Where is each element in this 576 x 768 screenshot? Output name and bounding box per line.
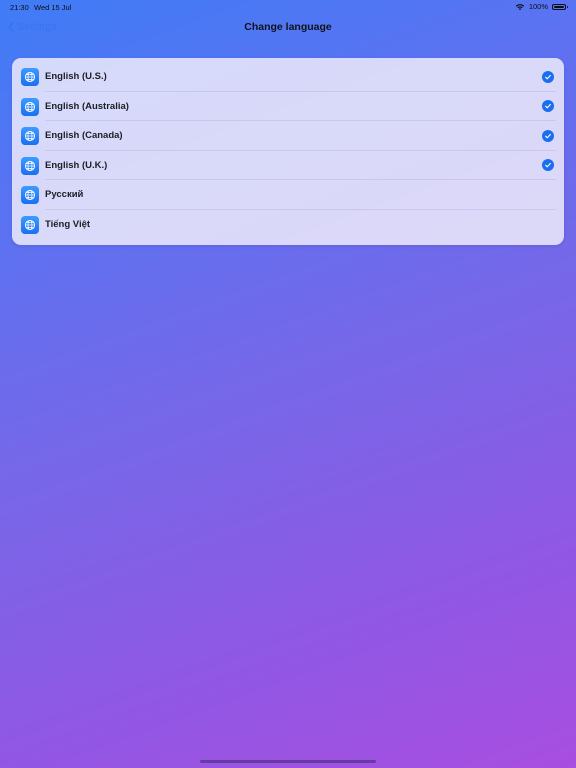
checkmark-icon — [542, 70, 554, 83]
status-time: 21:30 — [10, 3, 29, 12]
battery-percentage: 100% — [528, 2, 548, 11]
globe-icon — [21, 186, 39, 204]
language-row-english-us[interactable]: English (U.S.) — [12, 62, 564, 92]
status-date: Wed 15 Jul — [34, 3, 72, 12]
home-indicator[interactable] — [200, 760, 376, 763]
language-label: English (Australia) — [45, 100, 129, 112]
checkmark-icon — [542, 129, 554, 142]
page-title: Change language — [244, 21, 332, 33]
language-row-english-australia[interactable]: English (Australia) — [12, 92, 564, 121]
battery-icon — [552, 3, 568, 10]
globe-icon — [21, 97, 39, 116]
checkmark-icon — [542, 159, 554, 171]
language-row-vietnamese[interactable]: Tiếng Việt — [12, 210, 564, 240]
navigation-bar: Settings Change language — [0, 16, 576, 40]
globe-icon — [21, 215, 39, 234]
language-label: English (Canada) — [45, 130, 123, 141]
wifi-icon — [515, 3, 525, 10]
status-bar: 21:30 Wed 15 Jul 100% — [0, 0, 576, 14]
language-row-english-uk[interactable]: English (U.K.) — [12, 151, 564, 180]
language-label: English (U.S.) — [45, 71, 107, 82]
status-indicators: 100% — [515, 2, 568, 11]
language-label: Русский — [45, 189, 84, 200]
language-list: English (U.S.) English (Australia) Engli… — [12, 58, 564, 245]
language-row-russian[interactable]: Русский — [12, 180, 564, 210]
checkmark-icon — [542, 100, 554, 112]
language-row-english-canada[interactable]: English (Canada) — [12, 121, 564, 151]
language-label: English (U.K.) — [45, 159, 108, 171]
globe-icon — [21, 156, 39, 175]
globe-icon — [21, 68, 39, 86]
language-label: Tiếng Việt — [45, 218, 91, 230]
globe-icon — [21, 127, 39, 145]
